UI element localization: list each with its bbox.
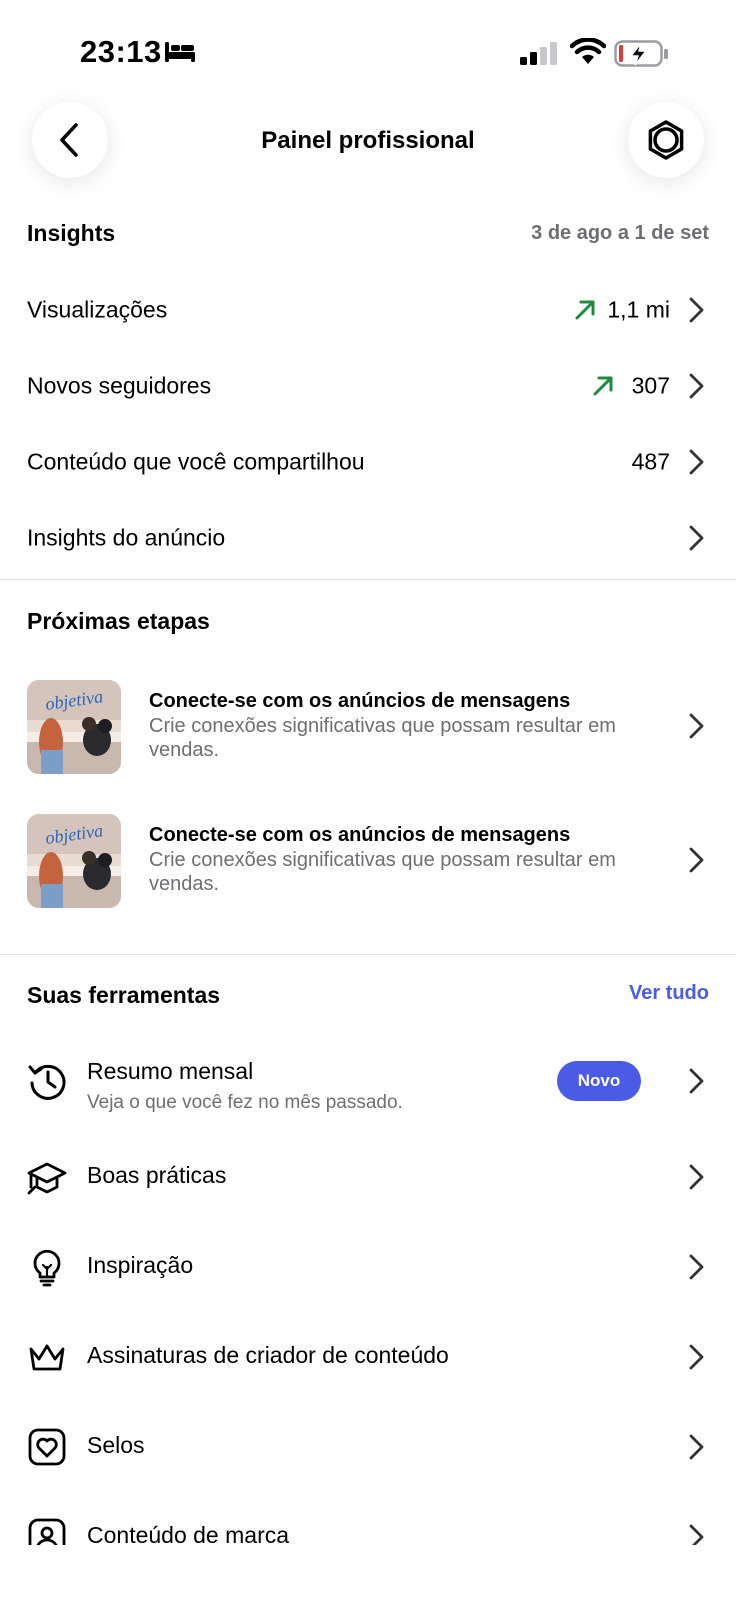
row-value: 487	[631, 448, 670, 475]
tool-monthly-summary[interactable]: Resumo mensal Veja o que você fez no mês…	[0, 1036, 736, 1126]
graduation-cap-icon	[27, 1162, 67, 1195]
wifi-icon	[570, 38, 606, 64]
tools-title: Suas ferramentas	[27, 982, 221, 1008]
insights-row-shared-content[interactable]: Conteúdo que você compartilhou 487	[0, 424, 736, 500]
tool-label: Inspiração	[87, 1252, 194, 1278]
gear-icon	[648, 120, 684, 160]
tool-inspiration[interactable]: Inspiração	[0, 1222, 736, 1312]
row-label: Novos seguidores	[27, 372, 212, 399]
chevron-right-icon	[689, 1254, 704, 1280]
tool-creator-subscriptions[interactable]: Assinaturas de criador de conteúdo	[0, 1312, 736, 1402]
chevron-right-icon	[689, 847, 704, 873]
insights-row-views[interactable]: Visualizações 1,1 mi	[0, 272, 736, 348]
status-bar: 23:13	[0, 0, 736, 100]
bottom-mask	[0, 1545, 736, 1600]
chevron-right-icon	[689, 1344, 704, 1370]
battery-charging-icon	[614, 40, 668, 67]
step-title: Conecte-se com os anúncios de mensagens	[149, 824, 571, 846]
step-thumbnail: objetiva	[27, 814, 121, 908]
insights-row-followers[interactable]: Novos seguidores 307	[0, 348, 736, 424]
cellular-signal-icon	[520, 42, 557, 65]
tool-description: Veja o que você fez no mês passado.	[87, 1092, 403, 1113]
next-steps-title: Próximas etapas	[27, 608, 210, 634]
tool-badges[interactable]: Selos	[0, 1402, 736, 1492]
row-value: 307	[631, 372, 670, 399]
section-divider	[0, 954, 736, 955]
row-label: Insights do anúncio	[27, 524, 226, 551]
new-badge: Novo	[557, 1061, 641, 1101]
tool-label: Selos	[87, 1432, 145, 1458]
app-header: Painel profissional	[0, 100, 736, 200]
chevron-right-icon	[689, 1068, 704, 1094]
row-value: 1,1 mi	[607, 296, 670, 323]
chevron-right-icon	[689, 373, 704, 399]
section-divider	[0, 579, 736, 580]
insights-title: Insights	[27, 220, 116, 246]
bed-icon	[165, 42, 195, 62]
step-description: Crie conexões significativas que possam …	[149, 849, 616, 895]
step-title: Conecte-se com os anúncios de mensagens	[149, 690, 571, 712]
tool-label: Resumo mensal	[87, 1058, 254, 1084]
row-label: Conteúdo que você compartilhou	[27, 448, 365, 475]
settings-button[interactable]	[628, 102, 704, 178]
crown-icon	[29, 1344, 65, 1371]
chevron-right-icon	[689, 525, 704, 551]
chevron-right-icon	[689, 1164, 704, 1190]
chevron-right-icon	[689, 297, 704, 323]
insights-date-range: 3 de ago a 1 de set	[531, 222, 709, 244]
history-icon	[28, 1064, 66, 1100]
step-thumbnail: objetiva	[27, 680, 121, 774]
insights-row-ad-insights[interactable]: Insights do anúncio	[0, 500, 736, 576]
page-title: Painel profissional	[261, 127, 475, 154]
tool-label: Boas práticas	[87, 1162, 227, 1188]
trend-up-icon	[593, 376, 613, 396]
see-all-link[interactable]: Ver tudo	[629, 982, 709, 1005]
step-description: Crie conexões significativas que possam …	[149, 715, 616, 761]
row-label: Visualizações	[27, 296, 168, 323]
tool-best-practices[interactable]: Boas práticas	[0, 1132, 736, 1222]
trend-up-icon	[575, 300, 595, 320]
next-step-card[interactable]: objetiva Conecte-se com os anúncios de m…	[0, 810, 736, 910]
next-step-card[interactable]: objetiva Conecte-se com os anúncios de m…	[0, 676, 736, 776]
chevron-right-icon	[689, 1434, 704, 1460]
lightbulb-icon	[33, 1249, 61, 1287]
chevron-right-icon	[689, 449, 704, 475]
status-time: 23:13	[80, 34, 162, 69]
heart-badge-icon	[28, 1428, 66, 1466]
tool-label: Assinaturas de criador de conteúdo	[87, 1342, 449, 1368]
chevron-right-icon	[689, 713, 704, 739]
